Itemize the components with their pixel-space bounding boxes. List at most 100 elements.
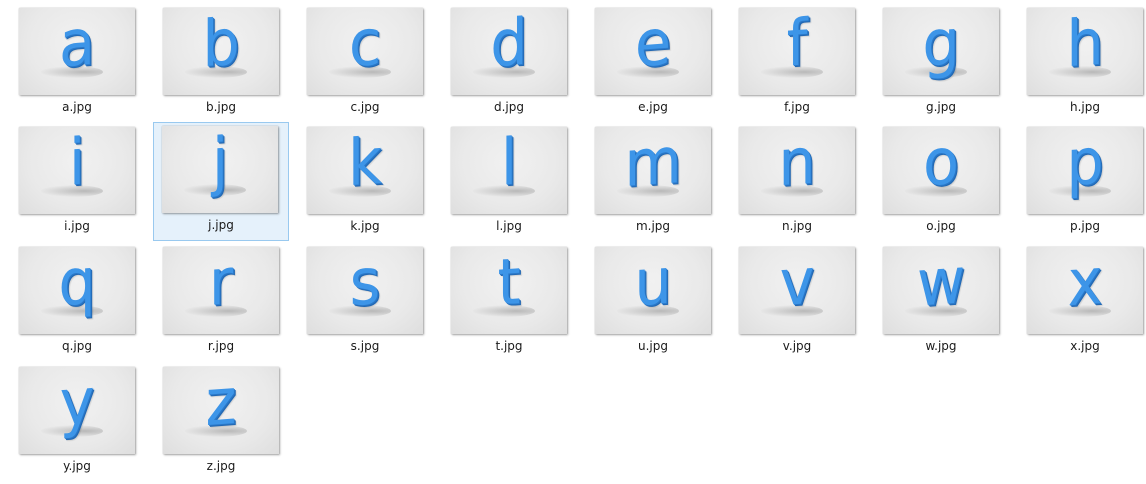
image-thumbnail[interactable]: x: [1027, 247, 1143, 334]
image-thumbnail[interactable]: z: [163, 367, 279, 454]
file-name-label[interactable]: n.jpg: [731, 219, 863, 233]
file-item[interactable]: n n.jpg: [730, 123, 864, 241]
image-thumbnail[interactable]: b: [163, 8, 279, 95]
file-name-label[interactable]: f.jpg: [731, 100, 863, 114]
file-name-label[interactable]: m.jpg: [587, 219, 719, 233]
image-thumbnail[interactable]: y: [19, 367, 135, 454]
thumbnail-letter: s: [349, 247, 381, 322]
file-item[interactable]: x x.jpg: [1018, 243, 1146, 361]
file-item[interactable]: p p.jpg: [1018, 123, 1146, 241]
thumbnail-letter: q: [58, 247, 96, 322]
image-thumbnail[interactable]: f: [739, 8, 855, 95]
file-name-label[interactable]: d.jpg: [443, 100, 575, 114]
file-name-label[interactable]: l.jpg: [443, 219, 575, 233]
file-name-label[interactable]: w.jpg: [875, 339, 1007, 353]
thumbnail-letter: g: [922, 8, 960, 83]
file-name-label[interactable]: p.jpg: [1019, 219, 1146, 233]
image-thumbnail[interactable]: o: [883, 127, 999, 214]
thumbnail-letter: a: [58, 8, 96, 83]
image-thumbnail[interactable]: m: [595, 127, 711, 214]
thumbnail-letter: j: [211, 126, 229, 200]
image-thumbnail[interactable]: h: [1027, 8, 1143, 95]
file-item[interactable]: y y.jpg: [10, 363, 144, 481]
file-item-selected[interactable]: j j.jpg: [153, 122, 289, 241]
thumbnail-letter: r: [208, 247, 234, 321]
thumbnail-letter: y: [59, 367, 95, 442]
file-item[interactable]: h h.jpg: [1018, 4, 1146, 122]
image-thumbnail[interactable]: s: [307, 247, 423, 334]
file-item[interactable]: l l.jpg: [442, 123, 576, 241]
file-item[interactable]: v v.jpg: [730, 243, 864, 361]
image-thumbnail[interactable]: c: [307, 8, 423, 95]
image-thumbnail[interactable]: k: [307, 127, 423, 214]
file-name-label[interactable]: k.jpg: [299, 219, 431, 233]
image-thumbnail[interactable]: g: [883, 8, 999, 95]
file-name-label[interactable]: o.jpg: [875, 219, 1007, 233]
file-item[interactable]: i i.jpg: [10, 123, 144, 241]
file-item[interactable]: t t.jpg: [442, 243, 576, 361]
thumbnail-letter: h: [1066, 8, 1104, 83]
file-name-label[interactable]: c.jpg: [299, 100, 431, 114]
file-name-label[interactable]: y.jpg: [11, 459, 143, 473]
file-name-label[interactable]: i.jpg: [11, 219, 143, 233]
thumbnail-letter: i: [68, 127, 86, 201]
thumbnail-letter: v: [779, 247, 815, 322]
file-name-label[interactable]: h.jpg: [1019, 100, 1146, 114]
thumbnail-letter: m: [624, 127, 682, 203]
image-thumbnail[interactable]: q: [19, 247, 135, 334]
file-name-label[interactable]: a.jpg: [11, 100, 143, 114]
file-item[interactable]: k k.jpg: [298, 123, 432, 241]
file-name-label[interactable]: j.jpg: [154, 218, 288, 232]
file-item[interactable]: q q.jpg: [10, 243, 144, 361]
image-thumbnail[interactable]: r: [163, 247, 279, 334]
file-item[interactable]: o o.jpg: [874, 123, 1008, 241]
file-name-label[interactable]: t.jpg: [443, 339, 575, 353]
thumbnail-letter: l: [500, 127, 518, 201]
file-name-label[interactable]: v.jpg: [731, 339, 863, 353]
image-thumbnail[interactable]: d: [451, 8, 567, 95]
image-thumbnail[interactable]: t: [451, 247, 567, 334]
file-item[interactable]: f f.jpg: [730, 4, 864, 122]
file-name-label[interactable]: x.jpg: [1019, 339, 1146, 353]
thumbnail-letter: t: [497, 247, 521, 321]
file-name-label[interactable]: r.jpg: [155, 339, 287, 353]
thumbnail-letter: f: [786, 8, 808, 82]
image-thumbnail[interactable]: p: [1027, 127, 1143, 214]
image-thumbnail[interactable]: v: [739, 247, 855, 334]
file-item[interactable]: g g.jpg: [874, 4, 1008, 122]
file-name-label[interactable]: q.jpg: [11, 339, 143, 353]
image-thumbnail[interactable]: j: [162, 126, 278, 213]
image-thumbnail[interactable]: e: [595, 8, 711, 95]
file-item[interactable]: e e.jpg: [586, 4, 720, 122]
file-item[interactable]: z z.jpg: [154, 363, 288, 481]
thumbnail-letter: n: [778, 127, 816, 202]
image-thumbnail[interactable]: l: [451, 127, 567, 214]
file-name-label[interactable]: e.jpg: [587, 100, 719, 114]
file-item[interactable]: b b.jpg: [154, 4, 288, 122]
thumbnail-letter: c: [348, 8, 382, 83]
file-name-label[interactable]: u.jpg: [587, 339, 719, 353]
file-name-label[interactable]: g.jpg: [875, 100, 1007, 114]
image-thumbnail[interactable]: a: [19, 8, 135, 95]
thumbnail-letter: w: [916, 247, 966, 322]
file-item[interactable]: m m.jpg: [586, 123, 720, 241]
file-item[interactable]: d d.jpg: [442, 4, 576, 122]
file-item[interactable]: s s.jpg: [298, 243, 432, 361]
image-thumbnail[interactable]: w: [883, 247, 999, 334]
thumbnail-letter: u: [634, 247, 672, 322]
file-name-label[interactable]: z.jpg: [155, 459, 287, 473]
image-thumbnail[interactable]: i: [19, 127, 135, 214]
thumbnail-letter: x: [1067, 247, 1103, 322]
thumbnail-letter: e: [634, 8, 672, 83]
thumbnail-letter: b: [202, 8, 240, 83]
thumbnail-letter: z: [205, 367, 237, 442]
file-name-label[interactable]: s.jpg: [299, 339, 431, 353]
file-item[interactable]: w w.jpg: [874, 243, 1008, 361]
file-name-label[interactable]: b.jpg: [155, 100, 287, 114]
file-item[interactable]: c c.jpg: [298, 4, 432, 122]
file-item[interactable]: u u.jpg: [586, 243, 720, 361]
file-item[interactable]: r r.jpg: [154, 243, 288, 361]
file-item[interactable]: a a.jpg: [10, 4, 144, 122]
image-thumbnail[interactable]: n: [739, 127, 855, 214]
image-thumbnail[interactable]: u: [595, 247, 711, 334]
